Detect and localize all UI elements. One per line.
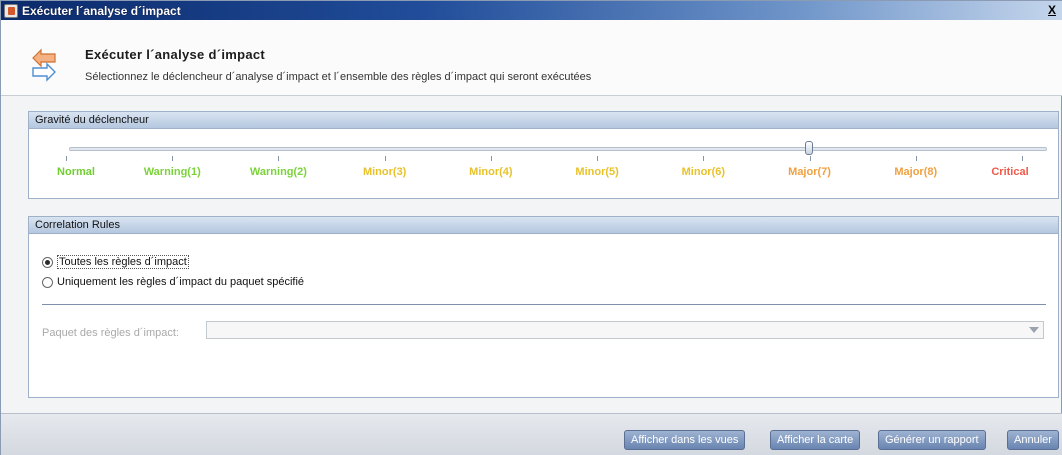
radio-all-rules-label[interactable]: Toutes les règles d´impact [57, 255, 189, 269]
severity-label[interactable]: Critical [991, 166, 1028, 178]
chevron-down-icon[interactable] [1029, 327, 1039, 333]
show-in-views-button[interactable]: Afficher dans les vues [624, 430, 746, 450]
severity-panel-title: Gravité du déclencheur [29, 112, 1058, 129]
radio-package-rules-label[interactable]: Uniquement les règles d´impact du paquet… [57, 276, 304, 288]
header-title: Exécuter l´analyse d´impact [85, 47, 266, 62]
severity-tick [597, 156, 599, 161]
header-subtitle: Sélectionnez le déclencheur d´analyse d´… [85, 71, 592, 83]
correlation-rules-title: Correlation Rules [29, 217, 1058, 234]
severity-tick [172, 156, 174, 161]
severity-tick [915, 156, 917, 161]
severity-slider-thumb[interactable] [805, 141, 813, 155]
severity-label[interactable]: Minor(4) [469, 166, 512, 178]
severity-label[interactable]: Warning(1) [144, 166, 201, 178]
show-map-button[interactable]: Afficher la carte [770, 430, 861, 450]
severity-tick [384, 156, 386, 161]
severity-tick [490, 156, 492, 161]
correlation-rules-panel: Correlation Rules Toutes les règles d´im… [28, 216, 1059, 398]
package-select[interactable] [206, 321, 1044, 339]
radio-package-rules[interactable]: Uniquement les règles d´impact du paquet… [42, 276, 304, 288]
title-bar[interactable]: Exécuter l´analyse d´impact X [1, 1, 1062, 20]
severity-label[interactable]: Major(8) [894, 166, 937, 178]
package-label: Paquet des règles d´impact: [42, 327, 179, 339]
severity-label[interactable]: Minor(5) [575, 166, 618, 178]
java-app-icon [4, 3, 18, 18]
severity-tick [809, 156, 811, 161]
dialog-header: Exécuter l´analyse d´impact Sélectionnez… [1, 20, 1062, 96]
severity-label[interactable]: Minor(3) [363, 166, 406, 178]
rules-divider [42, 304, 1046, 305]
generate-report-button[interactable]: Générer un rapport [878, 430, 986, 450]
severity-label[interactable]: Normal [57, 166, 95, 178]
severity-slider-track[interactable] [69, 147, 1047, 151]
severity-panel: Gravité du déclencheur Normal Warning(1) W… [28, 111, 1059, 199]
severity-label[interactable]: Major(7) [788, 166, 831, 178]
window-title: Exécuter l´analyse d´impact [22, 3, 181, 18]
bidirectional-arrows-icon [32, 48, 56, 82]
severity-tick [1022, 156, 1023, 161]
severity-tick [703, 156, 705, 161]
radio-all-rules-button[interactable] [42, 256, 53, 268]
radio-all-rules[interactable]: Toutes les règles d´impact [42, 255, 189, 269]
severity-tick [66, 156, 67, 161]
button-bar: Afficher dans les vues Afficher la carte… [1, 413, 1062, 455]
severity-tick [278, 156, 280, 161]
severity-label[interactable]: Minor(6) [682, 166, 725, 178]
cancel-button[interactable]: Annuler [1007, 430, 1059, 450]
close-button[interactable]: X [1045, 4, 1059, 18]
severity-label[interactable]: Warning(2) [250, 166, 307, 178]
dialog-window: Exécuter l´analyse d´impact X Exécuter l… [0, 0, 1062, 455]
radio-package-rules-button[interactable] [42, 276, 53, 288]
